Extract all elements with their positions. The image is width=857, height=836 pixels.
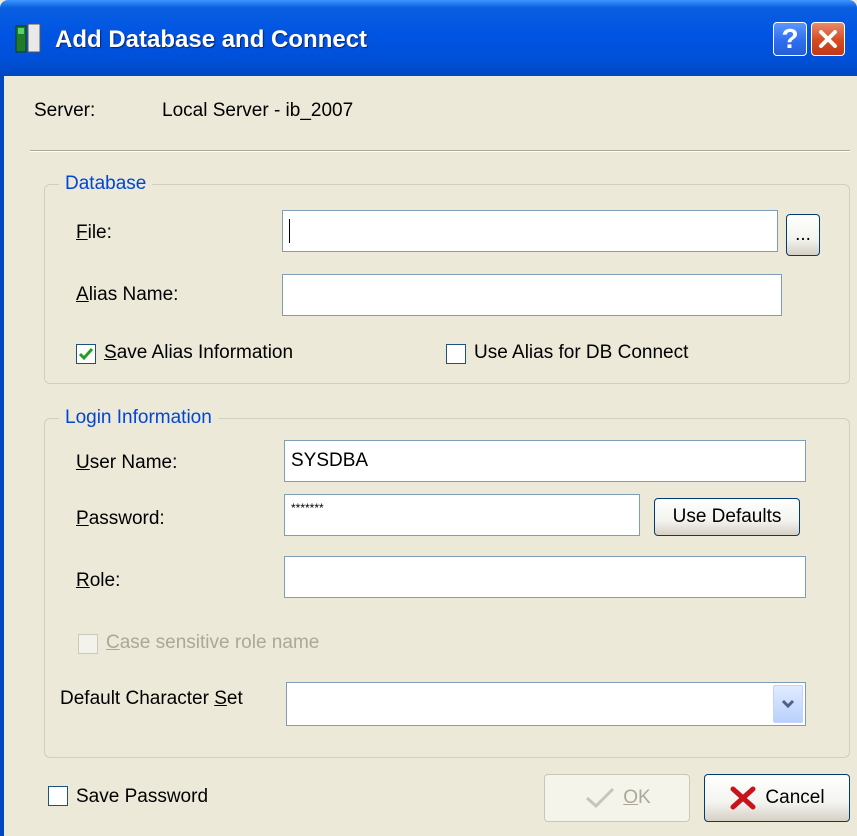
use-defaults-button[interactable]: Use Defaults	[654, 498, 800, 536]
role-label: Role:	[76, 570, 121, 591]
window-frame	[0, 76, 4, 836]
save-alias-label[interactable]: Save Alias Information	[104, 342, 293, 364]
cancel-x-icon	[730, 786, 756, 810]
user-name-input[interactable]: SYSDBA	[284, 440, 806, 482]
case-sensitive-label[interactable]: Case sensitive role name	[106, 632, 319, 654]
save-password-checkbox[interactable]	[48, 786, 68, 806]
server-value: Local Server - ib_2007	[162, 100, 354, 121]
cancel-button[interactable]: Cancel	[704, 774, 850, 822]
file-input[interactable]	[282, 210, 778, 252]
close-icon	[819, 30, 837, 48]
browse-button[interactable]: ...	[786, 214, 820, 256]
separator	[30, 150, 850, 152]
login-group-title: Login Information	[59, 407, 218, 429]
dropdown-arrow[interactable]	[773, 685, 803, 723]
chevron-down-icon	[781, 699, 795, 709]
text-cursor	[289, 219, 290, 243]
default-charset-label: Default Character Set	[60, 688, 243, 709]
alias-name-label: Alias Name:	[76, 284, 179, 305]
save-password-label[interactable]: Save Password	[76, 786, 208, 808]
ok-label: OK	[623, 787, 651, 808]
help-icon: ?	[781, 23, 799, 54]
use-alias-label[interactable]: Use Alias for DB Connect	[474, 342, 688, 364]
file-label: File:	[76, 222, 112, 243]
default-charset-select[interactable]	[286, 682, 806, 726]
user-name-label: User Name:	[76, 452, 178, 473]
database-group-title: Database	[59, 173, 153, 195]
help-button[interactable]: ?	[773, 22, 807, 56]
password-label: Password:	[76, 508, 165, 529]
checkmark-icon	[586, 787, 615, 809]
save-alias-checkbox[interactable]	[76, 344, 96, 364]
use-alias-checkbox[interactable]	[446, 344, 466, 364]
close-button[interactable]	[811, 22, 845, 56]
case-sensitive-checkbox[interactable]	[78, 634, 98, 654]
window-title: Add Database and Connect	[55, 26, 368, 53]
alias-name-input[interactable]	[282, 274, 782, 316]
password-input[interactable]: *******	[284, 494, 640, 536]
title-bar[interactable]: Add Database and Connect ?	[0, 0, 857, 76]
ok-button[interactable]: OK	[544, 774, 690, 822]
checkmark-icon	[78, 348, 94, 361]
database-icon	[15, 23, 41, 53]
role-input[interactable]	[284, 556, 806, 598]
server-label: Server:	[34, 100, 96, 121]
